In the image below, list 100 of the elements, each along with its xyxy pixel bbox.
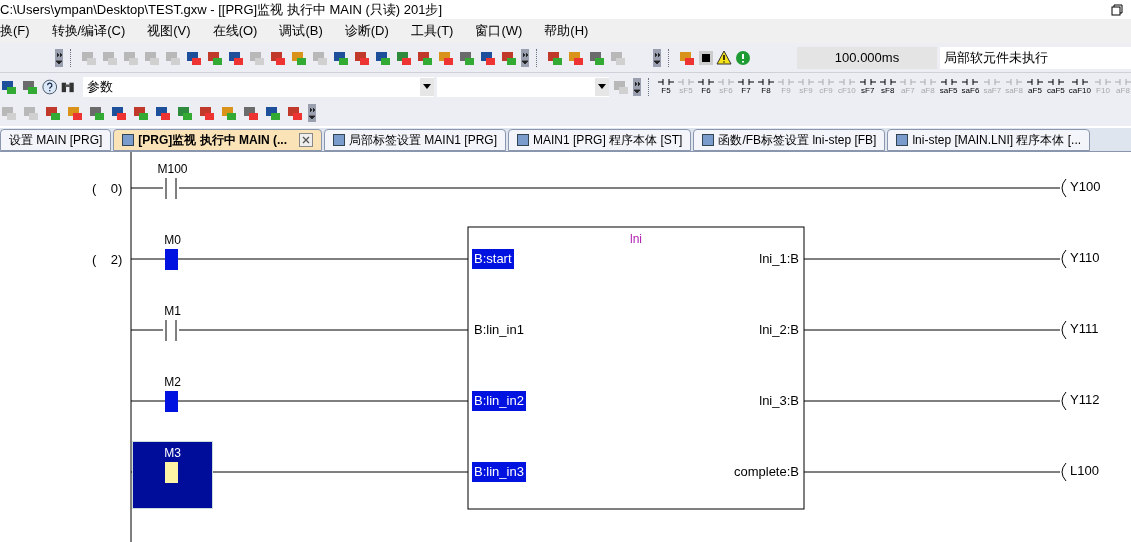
ladder-symbol-button[interactable]: saF6 xyxy=(961,78,980,95)
ladder-symbol-button[interactable]: caF5 xyxy=(1046,78,1065,95)
step-number: ( 0) xyxy=(92,180,123,198)
contact-label: M3 xyxy=(163,445,182,462)
contact-symbol-icon xyxy=(838,78,855,86)
fb-input-label: B:lin_in2 xyxy=(472,391,526,411)
menu-item[interactable]: 诊断(D) xyxy=(344,21,389,41)
coil-label: Y112 xyxy=(1070,391,1100,409)
coil-label: Y110 xyxy=(1070,249,1100,267)
coil-icon xyxy=(1061,391,1067,411)
contact-symbol-icon xyxy=(738,78,754,86)
fb-input-label: B:lin_in3 xyxy=(472,462,526,482)
contact-symbol-icon xyxy=(698,78,714,86)
contact-symbol-icon xyxy=(962,78,979,86)
toolbar-overflow-icon[interactable] xyxy=(521,48,529,67)
contact-symbol-icon xyxy=(984,78,1001,86)
tool-icon[interactable] xyxy=(198,104,216,122)
contact-symbol-icon xyxy=(879,78,896,86)
stop-icon[interactable] xyxy=(699,50,713,65)
tool-icon[interactable] xyxy=(242,104,260,122)
editor-tab[interactable]: 函数/FB标签设置 lni-step [FB] xyxy=(693,129,886,151)
tool-icon[interactable] xyxy=(264,104,282,122)
toolbar-overflow-icon[interactable] xyxy=(653,48,661,67)
editor-tab[interactable]: MAIN1 [PRG] 程序本体 [ST] xyxy=(508,129,692,151)
tool-icon[interactable] xyxy=(154,104,172,122)
tool-icon[interactable] xyxy=(44,104,62,122)
status-message: 局部软元件未执行 xyxy=(940,46,1131,69)
tool-icon[interactable] xyxy=(176,104,194,122)
step-number: ( 2) xyxy=(92,251,123,269)
ladder-symbol-button[interactable]: F6 xyxy=(698,78,714,95)
fb-output-label: lni_3:B xyxy=(758,392,799,410)
contact-symbol-icon xyxy=(1006,78,1023,86)
ladder-symbol-button[interactable]: F5 xyxy=(658,78,674,95)
contact-symbol-icon xyxy=(1026,78,1043,86)
menu-item[interactable]: 视图(V) xyxy=(147,21,191,41)
menu-item[interactable]: 窗口(W) xyxy=(475,21,523,41)
restore-icon[interactable] xyxy=(1111,3,1123,16)
toolbar-overflow-icon[interactable] xyxy=(55,48,63,67)
contact-symbol-icon xyxy=(1047,78,1064,86)
coil-icon xyxy=(1061,462,1067,482)
menu-item[interactable]: 调试(B) xyxy=(279,21,323,41)
contact-symbol-icon xyxy=(818,78,834,86)
editor-tab[interactable]: lni-step [MAIN.LNI] 程序本体 [... xyxy=(887,129,1091,151)
help-icon[interactable] xyxy=(42,77,58,96)
menu-item[interactable]: 帮助(H) xyxy=(544,21,589,41)
contact-label: M100 xyxy=(156,161,189,178)
ladder-symbol-button[interactable]: saF5 xyxy=(939,78,958,95)
ladder-symbol-button[interactable]: caF10 xyxy=(1068,78,1091,95)
tool-icon[interactable] xyxy=(110,104,128,122)
contact-symbol-icon xyxy=(718,78,734,86)
editor-tab[interactable]: [PRG]监视 执行中 MAIN (... xyxy=(113,129,322,151)
contact-label: M2 xyxy=(163,374,182,391)
fb-output-label: lni_2:B xyxy=(758,321,799,339)
tool-icon[interactable] xyxy=(88,104,106,122)
coil-icon xyxy=(1061,178,1067,198)
ladder-symbol-button[interactable]: sF8 xyxy=(879,78,896,95)
contact-symbol-icon xyxy=(1115,78,1131,86)
editor-tab[interactable]: 设置 MAIN [PRG] xyxy=(0,129,112,151)
menu-item[interactable]: 在线(O) xyxy=(212,21,258,41)
toolbar-overflow-icon[interactable] xyxy=(633,77,641,96)
coil-icon xyxy=(1061,249,1067,269)
warning-icon[interactable] xyxy=(716,50,732,65)
fb-input-label: B:lin_in1 xyxy=(473,321,525,339)
ladder-symbol-button[interactable]: F7 xyxy=(738,78,754,95)
contact-label: M1 xyxy=(163,303,182,320)
menu-item[interactable]: 转换/编译(C) xyxy=(51,21,126,41)
ladder-symbol-button[interactable]: sF7 xyxy=(859,78,876,95)
coil-label: L100 xyxy=(1070,462,1099,480)
close-icon[interactable] xyxy=(299,133,313,147)
tool-icon[interactable] xyxy=(286,104,304,122)
contact-symbol-icon xyxy=(758,78,774,86)
tool-icon[interactable] xyxy=(132,104,150,122)
info-icon[interactable] xyxy=(735,49,751,66)
tool-icon[interactable] xyxy=(66,104,84,122)
ladder-symbol-button[interactable]: F8 xyxy=(758,78,774,95)
toolbar-overflow-icon[interactable] xyxy=(308,104,316,122)
ladder-symbol-button[interactable]: aF5 xyxy=(1026,78,1043,95)
menu-item[interactable]: 工具(T) xyxy=(410,21,454,41)
fb-input-label: B:start xyxy=(472,249,514,269)
scan-time-display: 100.000ms xyxy=(797,46,937,69)
contact-symbol-icon xyxy=(678,78,694,86)
coil-label: Y111 xyxy=(1070,320,1099,338)
contact-symbol-icon xyxy=(919,78,936,86)
editor-tab[interactable]: 局部标签设置 MAIN1 [PRG] xyxy=(324,129,507,151)
menu-item[interactable]: 换(F) xyxy=(0,21,30,41)
fb-output-label: lni_1:B xyxy=(758,250,799,268)
contact-symbol-icon xyxy=(658,78,674,86)
fb-output-label: complete:B xyxy=(732,463,799,481)
search-dropdown[interactable]: 参数 xyxy=(82,76,435,97)
contact-label: M0 xyxy=(163,232,182,249)
contact-symbol-icon xyxy=(899,78,916,86)
coil-icon xyxy=(1061,320,1067,340)
window-title: C:\Users\ympan\Desktop\TEST.gxw - [[PRG]监视 执行中 MAIN (只读) 201步] xyxy=(0,0,443,19)
function-block-name: lni xyxy=(629,231,643,248)
contact-symbol-icon xyxy=(940,78,957,86)
contact-symbol-icon xyxy=(778,78,794,86)
coil-label: Y100 xyxy=(1070,178,1101,196)
contact-symbol-icon xyxy=(798,78,814,86)
contact-symbol-icon xyxy=(1071,78,1088,86)
contact-symbol-icon xyxy=(859,78,876,86)
